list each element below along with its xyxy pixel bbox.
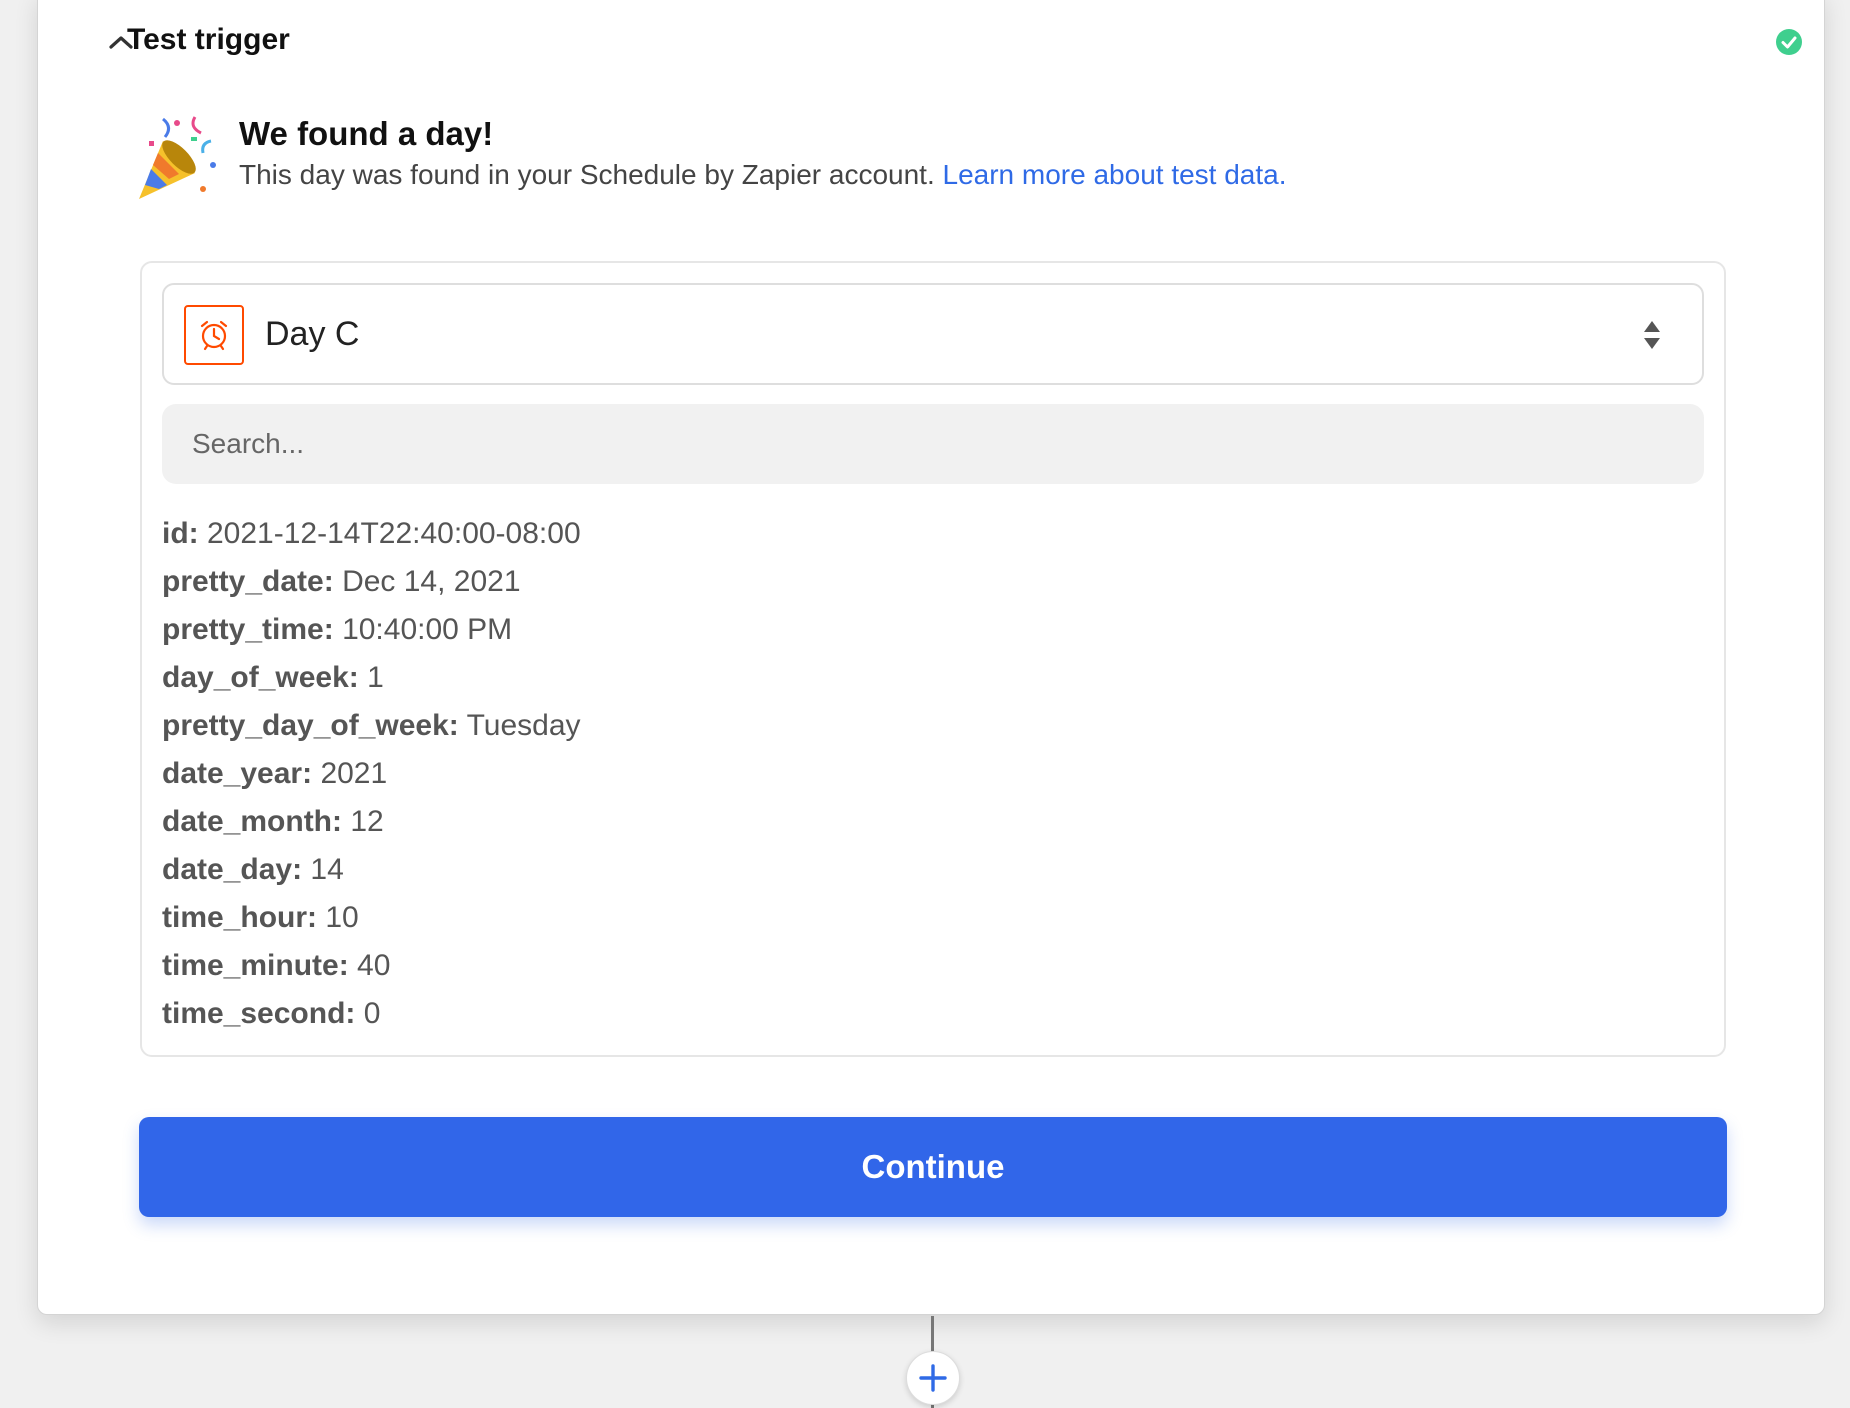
success-message: We found a day! This day was found in yo… <box>133 111 1783 221</box>
field-value: 1 <box>367 661 384 694</box>
field-row: id: 2021-12-14T22:40:00-08:00 <box>162 510 581 558</box>
record-select[interactable]: Day C <box>162 283 1704 385</box>
selected-record: Day C <box>265 315 360 353</box>
field-key: id: <box>162 517 199 550</box>
field-row: date_day: 14 <box>162 846 581 894</box>
search-input[interactable] <box>162 404 1704 484</box>
field-row: pretty_date: Dec 14, 2021 <box>162 558 581 606</box>
section-header[interactable]: Test trigger <box>38 0 1824 91</box>
field-row: time_minute: 40 <box>162 942 581 990</box>
field-row: date_month: 12 <box>162 798 581 846</box>
field-key: pretty_date: <box>162 565 334 598</box>
field-value: 14 <box>310 853 344 886</box>
field-value: 10 <box>325 901 359 934</box>
field-value: 0 <box>363 997 381 1030</box>
success-title: We found a day! <box>239 115 494 152</box>
plus-icon <box>919 1364 947 1392</box>
party-popper-icon <box>133 111 223 203</box>
field-key: time_second: <box>162 997 356 1030</box>
field-key: date_month: <box>162 805 342 838</box>
field-value: 12 <box>350 805 384 838</box>
field-row: time_second: 0 <box>162 990 581 1038</box>
field-list: id: 2021-12-14T22:40:00-08:00 pretty_dat… <box>162 510 581 1038</box>
field-row: time_hour: 10 <box>162 894 581 942</box>
sort-arrows-icon <box>1642 319 1662 351</box>
field-key: pretty_time: <box>162 613 334 646</box>
test-data-panel: Day C id: 2021-12-14T22:40:00-08:00 pret… <box>140 261 1726 1057</box>
field-key: date_year: <box>162 757 313 790</box>
field-value: Tuesday <box>466 709 581 742</box>
alarm-clock-icon <box>184 305 244 365</box>
field-value: 10:40:00 PM <box>342 613 513 646</box>
field-key: time_minute: <box>162 949 349 982</box>
field-value: Dec 14, 2021 <box>342 565 521 598</box>
success-description-text: This day was found in your Schedule by Z… <box>239 159 935 190</box>
learn-more-link[interactable]: Learn more about test data. <box>943 159 1287 190</box>
field-key: date_day: <box>162 853 303 886</box>
field-row: pretty_day_of_week: Tuesday <box>162 702 581 750</box>
section-title: Test trigger <box>127 23 290 56</box>
field-value: 40 <box>357 949 391 982</box>
check-circle-icon <box>1775 28 1803 56</box>
field-value: 2021-12-14T22:40:00-08:00 <box>207 517 581 550</box>
success-description: This day was found in your Schedule by Z… <box>239 159 1287 191</box>
test-trigger-panel: Test trigger We found a day! This day wa… <box>37 0 1825 1315</box>
continue-button[interactable]: Continue <box>139 1117 1727 1217</box>
field-row: date_year: 2021 <box>162 750 581 798</box>
field-key: pretty_day_of_week: <box>162 709 459 742</box>
field-key: day_of_week: <box>162 661 359 694</box>
field-value: 2021 <box>320 757 388 790</box>
field-row: day_of_week: 1 <box>162 654 581 702</box>
field-row: pretty_time: 10:40:00 PM <box>162 606 581 654</box>
add-step-button[interactable] <box>906 1351 960 1405</box>
field-key: time_hour: <box>162 901 318 934</box>
